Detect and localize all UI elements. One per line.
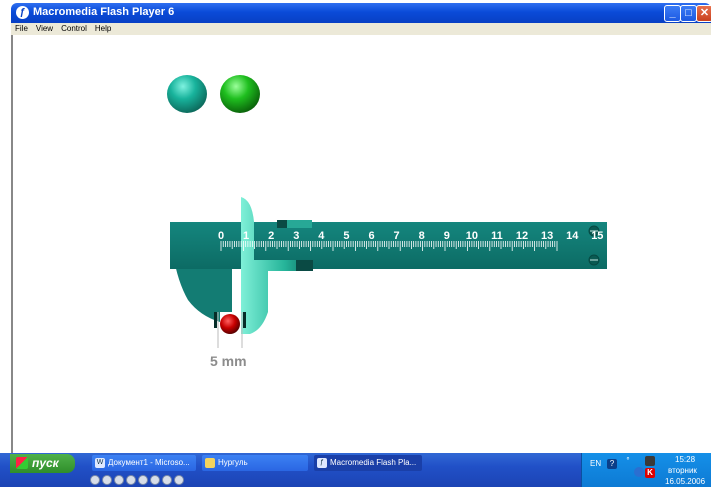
previous-icon[interactable] xyxy=(138,475,148,485)
menu-file[interactable]: File xyxy=(11,23,32,35)
help-icon[interactable]: ? xyxy=(607,459,617,469)
title-bar[interactable]: ƒ Macromedia Flash Player 6 _ □ ✕ xyxy=(11,3,711,23)
word-icon: W xyxy=(95,458,105,468)
flash-app-icon: ƒ xyxy=(16,6,29,19)
flash-content-area xyxy=(11,35,711,453)
menu-help[interactable]: Help xyxy=(91,23,115,35)
menu-view[interactable]: View xyxy=(32,23,57,35)
reading-text: 5 mm xyxy=(210,353,247,369)
folder-icon xyxy=(205,458,215,468)
media-controls xyxy=(88,474,208,486)
green-sphere[interactable] xyxy=(220,75,260,113)
stop-icon[interactable] xyxy=(126,475,136,485)
menu-control[interactable]: Control xyxy=(57,23,91,35)
start-button[interactable]: пуск xyxy=(10,454,75,473)
system-tray: EN ? ° K 15:28 вторник 16.05.2006 xyxy=(581,453,711,487)
window-title: Macromedia Flash Player 6 xyxy=(33,6,175,18)
flash-player-window: ƒ Macromedia Flash Player 6 _ □ ✕ File Vi… xyxy=(11,3,711,453)
close-button[interactable]: ✕ xyxy=(696,5,711,22)
media-icon[interactable] xyxy=(174,475,184,485)
clock-date: 16.05.2006 xyxy=(665,477,706,486)
teal-sphere[interactable] xyxy=(167,75,207,113)
language-indicator[interactable]: EN xyxy=(590,459,601,468)
media-icon[interactable] xyxy=(90,475,100,485)
taskbar: пуск W Документ1 - Microso... Нургуль ƒ … xyxy=(0,453,711,487)
task-word-document[interactable]: W Документ1 - Microso... xyxy=(92,455,196,471)
volume-icon[interactable] xyxy=(162,475,172,485)
media-icon[interactable] xyxy=(102,475,112,485)
clock-time[interactable]: 15:28 xyxy=(675,455,695,464)
network-icon[interactable]: ° xyxy=(623,456,633,466)
antivirus-icon[interactable]: K xyxy=(645,468,655,478)
task-folder[interactable]: Нургуль xyxy=(202,455,308,471)
computer-icon[interactable] xyxy=(645,456,655,466)
flash-icon: ƒ xyxy=(317,458,327,468)
speaker-icon[interactable] xyxy=(634,467,644,477)
next-icon[interactable] xyxy=(150,475,160,485)
maximize-button[interactable]: □ xyxy=(680,5,697,22)
clock-weekday: вторник xyxy=(668,466,697,475)
minimize-button[interactable]: _ xyxy=(664,5,681,22)
task-flash-player[interactable]: ƒ Macromedia Flash Pla... xyxy=(314,455,422,471)
menu-bar: File View Control Help xyxy=(11,23,711,35)
play-icon[interactable] xyxy=(114,475,124,485)
windows-logo-icon xyxy=(16,457,28,469)
